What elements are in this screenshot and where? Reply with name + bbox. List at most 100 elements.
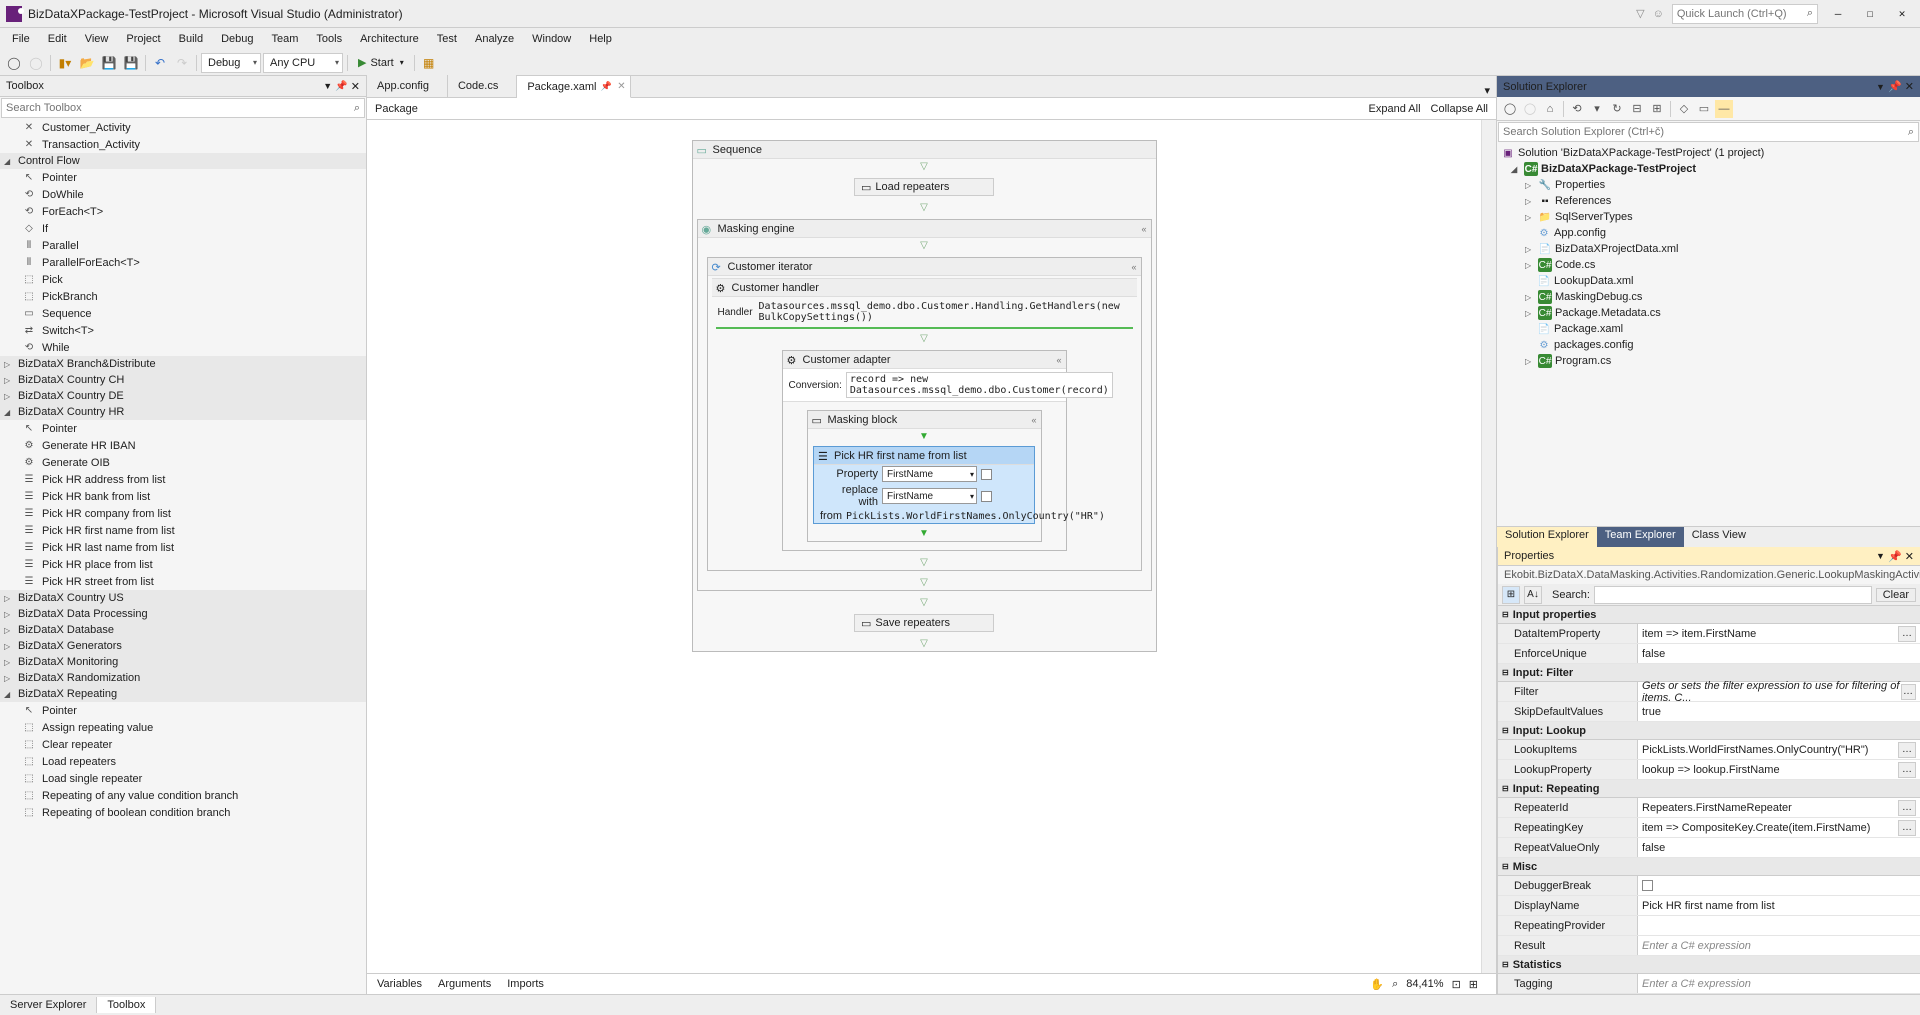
toolbox-category[interactable]: ▷BizDataX Country CH xyxy=(0,372,366,388)
toolbox-item[interactable]: ☰Pick HR bank from list xyxy=(0,488,366,505)
home-icon[interactable]: ⌂ xyxy=(1541,100,1559,118)
minimize-button[interactable]: — xyxy=(1826,4,1850,24)
menu-debug[interactable]: Debug xyxy=(213,31,261,47)
toolbox-item[interactable]: ◇If xyxy=(0,220,366,237)
refresh-icon[interactable]: ↻ xyxy=(1608,100,1626,118)
menu-build[interactable]: Build xyxy=(171,31,211,47)
tree-node[interactable]: ▷C#Code.cs xyxy=(1497,257,1920,273)
toolbox-item[interactable]: ⇄Switch<T> xyxy=(0,322,366,339)
prop-value[interactable]: PickLists.WorldFirstNames.OnlyCountry("H… xyxy=(1638,740,1920,759)
prop-value[interactable]: Gets or sets the filter expression to us… xyxy=(1638,682,1920,701)
sequence-block[interactable]: ▭Sequence ▽ ▭Load repeaters ▽ ◉Masking e… xyxy=(692,140,1157,652)
toolbox-category[interactable]: ▷BizDataX Database xyxy=(0,622,366,638)
tree-node[interactable]: 📄Package.xaml xyxy=(1497,321,1920,337)
pin-icon[interactable]: 📌 xyxy=(335,81,347,92)
toolbox-item[interactable]: ⬚Load single repeater xyxy=(0,770,366,787)
menu-file[interactable]: File xyxy=(4,31,38,47)
menu-tools[interactable]: Tools xyxy=(308,31,350,47)
toolbox-item[interactable]: ⬚Repeating of boolean condition branch xyxy=(0,804,366,821)
toolbox-category[interactable]: ▷BizDataX Monitoring xyxy=(0,654,366,670)
toolbox-item[interactable]: ⫴Parallel xyxy=(0,237,366,254)
menu-window[interactable]: Window xyxy=(524,31,579,47)
toolbox-item[interactable]: ☰Pick HR street from list xyxy=(0,573,366,590)
tree-node[interactable]: ▷C#Package.Metadata.cs xyxy=(1497,305,1920,321)
save-button[interactable]: 💾 xyxy=(99,53,119,73)
pin-icon[interactable]: 📌 xyxy=(1888,80,1902,93)
vertical-scrollbar[interactable] xyxy=(1481,120,1496,973)
toolbox-list[interactable]: ✕Customer_Activity ✕Transaction_Activity… xyxy=(0,119,366,994)
toolbox-item[interactable]: ☰Pick HR first name from list xyxy=(0,522,366,539)
properties-search-input[interactable] xyxy=(1594,586,1872,604)
toolbox-item[interactable]: ⚙Generate HR IBAN xyxy=(0,437,366,454)
load-repeaters-activity[interactable]: ▭Load repeaters xyxy=(854,178,994,196)
close-icon[interactable]: ✕ xyxy=(1905,550,1914,563)
toolbox-category[interactable]: ▷BizDataX Generators xyxy=(0,638,366,654)
search-icon[interactable]: ⌕ xyxy=(1803,7,1817,20)
preview-icon[interactable]: — xyxy=(1715,100,1733,118)
toolbox-item[interactable]: ☰Pick HR last name from list xyxy=(0,539,366,556)
config-dropdown[interactable]: Debug xyxy=(201,53,261,73)
toolbox-item[interactable]: ✕Customer_Activity xyxy=(0,119,366,136)
solution-tree[interactable]: ▣Solution 'BizDataXPackage-TestProject' … xyxy=(1497,143,1920,526)
menu-project[interactable]: Project xyxy=(118,31,168,47)
toolbox-item[interactable]: ⬚Repeating of any value condition branch xyxy=(0,787,366,804)
categorized-icon[interactable]: ⊞ xyxy=(1502,586,1520,604)
tree-node[interactable]: ▷▪▪References xyxy=(1497,193,1920,209)
toolbox-item[interactable]: ⟲DoWhile xyxy=(0,186,366,203)
toolbox-item[interactable]: ⬚PickBranch xyxy=(0,288,366,305)
close-icon[interactable]: ✕ xyxy=(351,80,360,93)
prop-value[interactable]: item => CompositeKey.Create(item.FirstNa… xyxy=(1638,818,1920,837)
prop-value[interactable]: Enter a C# expression xyxy=(1638,936,1920,955)
masking-engine-block[interactable]: ◉Masking engine« ▽ ⟳Customer iterator« ⚙… xyxy=(697,219,1152,591)
code-icon[interactable]: ◇ xyxy=(1675,100,1693,118)
prop-value[interactable]: Enter a C# expression xyxy=(1638,974,1920,993)
toolbox-item[interactable]: ↖Pointer xyxy=(0,169,366,186)
zoom-level[interactable]: 84,41% xyxy=(1406,978,1443,990)
property-checkbox[interactable] xyxy=(981,469,992,480)
prop-value[interactable]: false xyxy=(1638,838,1920,857)
toolbox-item[interactable]: ⬚Clear repeater xyxy=(0,736,366,753)
prop-value[interactable]: lookup => lookup.FirstName… xyxy=(1638,760,1920,779)
sync-icon[interactable]: ⟲ xyxy=(1568,100,1586,118)
toolbox-item[interactable]: ▭Sequence xyxy=(0,305,366,322)
toolbox-category[interactable]: ◢BizDataX Country HR xyxy=(0,404,366,420)
prop-value[interactable] xyxy=(1638,876,1920,895)
search-icon[interactable]: ⌕ xyxy=(350,102,364,115)
tree-node[interactable]: ▷🔧Properties xyxy=(1497,177,1920,193)
workflow-canvas[interactable]: ▭Sequence ▽ ▭Load repeaters ▽ ◉Masking e… xyxy=(367,120,1481,973)
toolbox-item[interactable]: ↖Pointer xyxy=(0,702,366,719)
forward-icon[interactable]: ◯ xyxy=(1521,100,1539,118)
pending-icon[interactable]: ▾ xyxy=(1588,100,1606,118)
tree-node[interactable]: ▷C#MaskingDebug.cs xyxy=(1497,289,1920,305)
toolbox-item[interactable]: ⬚Pick xyxy=(0,271,366,288)
ellipsis-button[interactable]: … xyxy=(1898,626,1916,642)
search-icon[interactable]: ⌕ xyxy=(1904,126,1918,139)
toolbox-category[interactable]: ▷BizDataX Country DE xyxy=(0,388,366,404)
quick-launch-input[interactable] xyxy=(1673,5,1803,23)
tree-node[interactable]: ⚙App.config xyxy=(1497,225,1920,241)
extra-button[interactable]: ▦ xyxy=(419,53,439,73)
pin-icon[interactable]: 📌 xyxy=(1888,550,1902,563)
variables-tab[interactable]: Variables xyxy=(377,978,422,990)
replacewith-checkbox[interactable] xyxy=(981,491,992,502)
tree-solution[interactable]: ▣Solution 'BizDataXPackage-TestProject' … xyxy=(1497,145,1920,161)
tab-solution-explorer[interactable]: Solution Explorer xyxy=(1497,527,1597,547)
menu-edit[interactable]: Edit xyxy=(40,31,75,47)
prop-value[interactable]: Pick HR first name from list xyxy=(1638,896,1920,915)
menu-view[interactable]: View xyxy=(77,31,117,47)
dropdown-icon[interactable]: ▼ xyxy=(1876,82,1885,92)
tab-dropdown-icon[interactable]: ▾ xyxy=(1478,84,1496,97)
back-icon[interactable]: ◯ xyxy=(1501,100,1519,118)
tab-team-explorer[interactable]: Team Explorer xyxy=(1597,527,1684,547)
customer-iterator-block[interactable]: ⟳Customer iterator« ⚙Customer handler Ha… xyxy=(707,257,1142,571)
replacewith-dropdown[interactable]: FirstName xyxy=(882,488,977,504)
clear-button[interactable]: Clear xyxy=(1876,588,1916,602)
overview-icon[interactable]: ⊞ xyxy=(1469,978,1478,991)
notifications-icon[interactable]: ▽ xyxy=(1636,7,1644,20)
collapse-icon[interactable]: ⊟ xyxy=(1628,100,1646,118)
tab-appconfig[interactable]: App.config xyxy=(367,75,448,97)
undo-button[interactable]: ↶ xyxy=(150,53,170,73)
from-expression[interactable]: PickLists.WorldFirstNames.OnlyCountry("H… xyxy=(846,511,1105,522)
tree-node[interactable]: ⚙packages.config xyxy=(1497,337,1920,353)
conversion-expression[interactable]: record => new Datasources.mssql_demo.dbo… xyxy=(846,372,1113,398)
